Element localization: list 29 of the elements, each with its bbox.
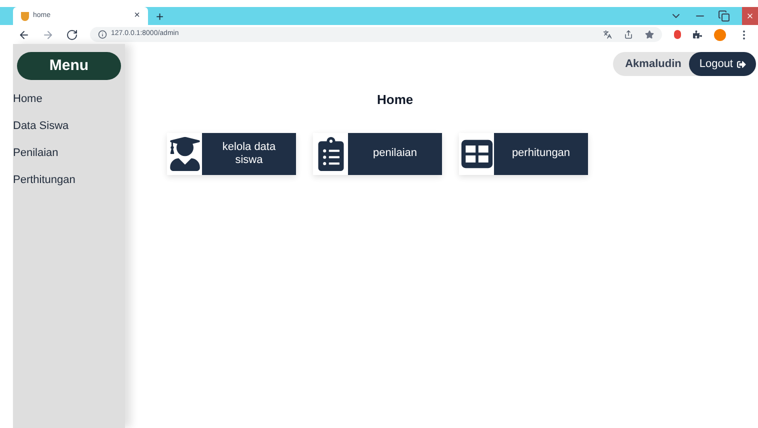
info-icon — [98, 30, 107, 39]
sidebar-item[interactable]: Penilaian — [13, 140, 125, 167]
page-title: Home — [377, 91, 414, 109]
tab-close-button[interactable]: × — [134, 11, 140, 21]
sidebar-item[interactable]: Home — [13, 86, 125, 113]
card-label: penilaian — [348, 132, 442, 174]
forward-icon[interactable] — [42, 28, 54, 40]
card-label: perhitungan — [494, 132, 588, 174]
sidebar-item[interactable]: Data Siswa — [13, 113, 125, 140]
menu-card[interactable]: perhitungan — [459, 132, 588, 174]
puzzle-icon[interactable] — [693, 30, 702, 39]
translate-icon[interactable] — [603, 30, 612, 39]
close-icon — [746, 12, 754, 20]
logout-button[interactable]: Logout — [689, 52, 756, 76]
back-icon[interactable] — [18, 28, 30, 40]
sidebar-item[interactable]: Perthitungan — [13, 167, 125, 194]
menu-card[interactable]: penilaian — [313, 132, 442, 174]
user-name: Akmaludin — [625, 56, 682, 72]
reload-icon[interactable] — [66, 28, 78, 40]
new-tab-button[interactable]: + — [156, 10, 164, 23]
restore-icon[interactable] — [718, 10, 730, 22]
share-icon[interactable] — [624, 30, 633, 39]
profile-avatar[interactable] — [714, 28, 726, 40]
menu-header: Menu — [17, 52, 121, 80]
menu-card[interactable]: kelola data siswa — [167, 132, 296, 174]
star-icon[interactable] — [645, 30, 654, 39]
card-label: kelola data siswa — [202, 132, 296, 174]
graduate-icon — [168, 136, 202, 170]
logout-icon — [737, 60, 746, 68]
